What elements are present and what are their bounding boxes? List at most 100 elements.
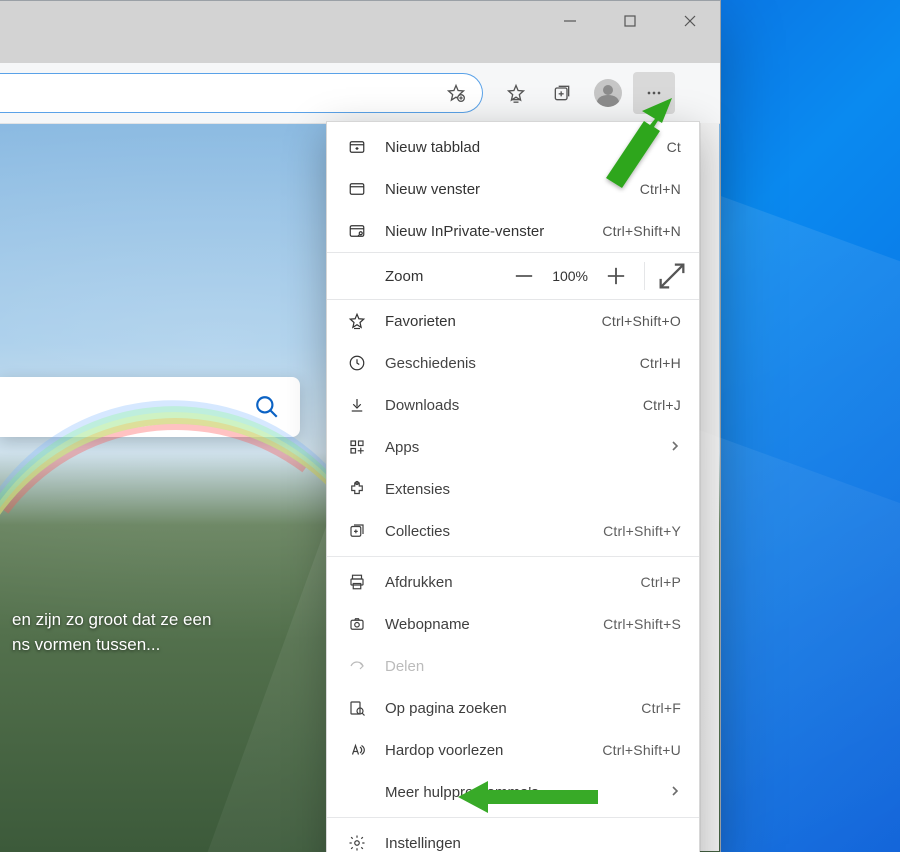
address-bar[interactable]	[0, 73, 483, 113]
background-caption: en zijn zo groot dat ze een ns vormen tu…	[0, 604, 223, 661]
menu-shortcut: Ctrl+J	[643, 397, 681, 413]
search-icon	[254, 394, 280, 420]
zoom-in-button[interactable]	[602, 262, 630, 290]
titlebar	[0, 1, 720, 63]
collections-icon	[552, 83, 572, 103]
window-controls	[540, 1, 720, 41]
menu-shortcut: Ctrl+Shift+N	[602, 223, 681, 239]
chevron-right-icon	[669, 784, 681, 800]
menu-label: Apps	[385, 439, 651, 456]
download-icon	[347, 396, 367, 414]
zoom-value: 100%	[552, 268, 588, 284]
profile-button[interactable]	[587, 72, 629, 114]
edge-browser-window: en zijn zo groot dat ze een ns vormen tu…	[0, 0, 721, 852]
vertical-scrollbar[interactable]	[700, 123, 719, 851]
close-button[interactable]	[660, 1, 720, 41]
star-icon	[347, 312, 367, 330]
inprivate-icon	[347, 222, 367, 240]
avatar-icon	[594, 79, 622, 107]
menu-label: Extensies	[385, 481, 681, 498]
menu-shortcut: Ctrl+P	[641, 574, 682, 590]
menu-shortcut: Ctrl+Shift+U	[602, 742, 681, 758]
menu-label: Downloads	[385, 397, 625, 414]
menu-label: Delen	[385, 658, 681, 675]
menu-new-tab[interactable]: Nieuw tabblad Ct	[327, 126, 699, 168]
menu-shortcut: Ctrl+N	[640, 181, 681, 197]
menu-settings[interactable]: Instellingen	[327, 822, 699, 852]
settings-icon	[347, 834, 367, 852]
menu-zoom-row: Zoom 100%	[327, 252, 699, 300]
settings-menu: Nieuw tabblad Ct Nieuw venster Ctrl+N Ni…	[326, 121, 700, 852]
menu-apps[interactable]: Apps	[327, 426, 699, 468]
menu-downloads[interactable]: Downloads Ctrl+J	[327, 384, 699, 426]
plus-icon	[602, 262, 630, 290]
menu-shortcut: Ctrl+F	[641, 700, 681, 716]
star-plus-icon	[446, 83, 466, 103]
menu-label: Favorieten	[385, 313, 584, 330]
menu-label: Nieuw venster	[385, 181, 622, 198]
find-icon	[347, 699, 367, 717]
menu-new-inprivate[interactable]: Nieuw InPrivate-venster Ctrl+Shift+N	[327, 210, 699, 252]
menu-shortcut: Ctrl+Shift+Y	[603, 523, 681, 539]
menu-extensions[interactable]: Extensies	[327, 468, 699, 510]
read-aloud-icon	[347, 741, 367, 759]
menu-label: Nieuw InPrivate-venster	[385, 223, 584, 240]
add-favorite-button[interactable]	[442, 79, 470, 107]
menu-label: Instellingen	[385, 835, 681, 852]
menu-shortcut: Ctrl+Shift+O	[602, 313, 681, 329]
desktop-background: en zijn zo groot dat ze een ns vormen tu…	[0, 0, 900, 852]
menu-label: Afdrukken	[385, 574, 623, 591]
history-icon	[347, 354, 367, 372]
menu-find[interactable]: Op pagina zoeken Ctrl+F	[327, 687, 699, 729]
menu-label: Nieuw tabblad	[385, 139, 649, 156]
maximize-icon	[623, 14, 637, 28]
menu-separator	[327, 556, 699, 557]
menu-share: Delen	[327, 645, 699, 687]
bing-search-box[interactable]	[0, 377, 300, 437]
menu-read-aloud[interactable]: Hardop voorlezen Ctrl+Shift+U	[327, 729, 699, 771]
print-icon	[347, 573, 367, 591]
browser-toolbar	[0, 63, 720, 124]
new-tab-icon	[347, 138, 367, 156]
caption-line: ns vormen tussen...	[12, 635, 160, 654]
menu-new-window[interactable]: Nieuw venster Ctrl+N	[327, 168, 699, 210]
fullscreen-button[interactable]	[644, 262, 689, 290]
minus-icon	[510, 262, 538, 290]
favorites-button[interactable]	[495, 72, 537, 114]
menu-shortcut: Ctrl+Shift+S	[603, 616, 681, 632]
fullscreen-icon	[655, 259, 689, 293]
share-icon	[347, 657, 367, 675]
menu-label: Collecties	[385, 523, 585, 540]
close-icon	[683, 14, 697, 28]
menu-web-capture[interactable]: Webopname Ctrl+Shift+S	[327, 603, 699, 645]
minimize-icon	[563, 14, 577, 28]
menu-label: Hardop voorlezen	[385, 742, 584, 759]
menu-favorites[interactable]: Favorieten Ctrl+Shift+O	[327, 300, 699, 342]
apps-icon	[347, 438, 367, 456]
capture-icon	[347, 615, 367, 633]
menu-more-tools[interactable]: Meer hulpprogramma's	[327, 771, 699, 813]
annotation-arrow-to-settings	[458, 777, 598, 817]
extensions-icon	[347, 480, 367, 498]
collections-button[interactable]	[541, 72, 583, 114]
menu-history[interactable]: Geschiedenis Ctrl+H	[327, 342, 699, 384]
menu-label: Op pagina zoeken	[385, 700, 623, 717]
caption-line: en zijn zo groot dat ze een	[12, 610, 211, 629]
maximize-button[interactable]	[600, 1, 660, 41]
new-window-icon	[347, 180, 367, 198]
zoom-out-button[interactable]	[510, 262, 538, 290]
menu-separator	[327, 817, 699, 818]
menu-label: Webopname	[385, 616, 585, 633]
menu-collections[interactable]: Collecties Ctrl+Shift+Y	[327, 510, 699, 552]
zoom-label: Zoom	[347, 268, 492, 285]
menu-shortcut: Ctrl+H	[640, 355, 681, 371]
menu-label: Meer hulpprogramma's	[385, 784, 651, 801]
favorites-icon	[506, 83, 526, 103]
settings-menu-button[interactable]	[633, 72, 675, 114]
chevron-right-icon	[669, 439, 681, 455]
more-icon	[644, 83, 664, 103]
menu-print[interactable]: Afdrukken Ctrl+P	[327, 561, 699, 603]
menu-label: Geschiedenis	[385, 355, 622, 372]
collections-icon	[347, 522, 367, 540]
minimize-button[interactable]	[540, 1, 600, 41]
